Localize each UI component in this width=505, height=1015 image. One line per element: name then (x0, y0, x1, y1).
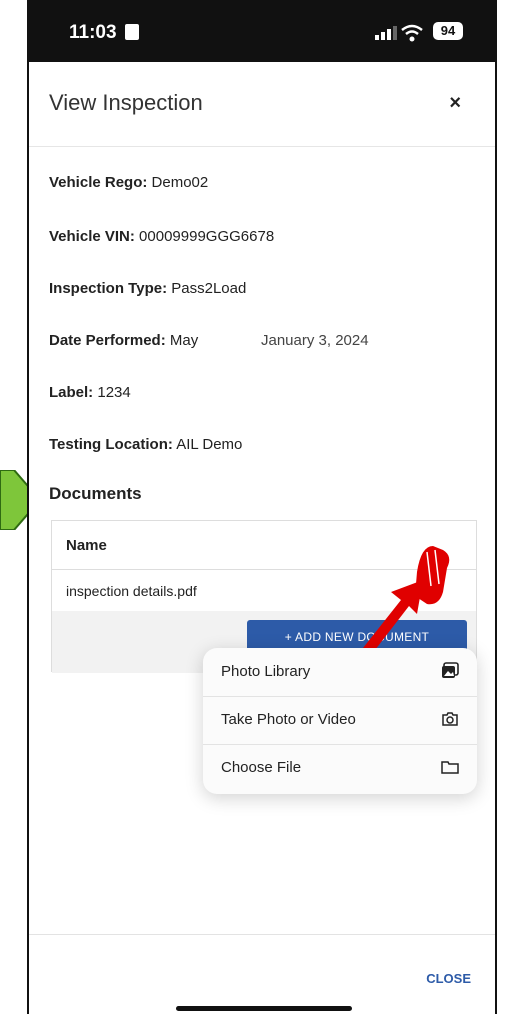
date-performed: Date Performed: May (49, 332, 198, 349)
date-overlay: January 3, 2024 (255, 332, 375, 349)
menu-item-label: Choose File (221, 759, 302, 776)
date-label: Date Performed: (49, 332, 166, 349)
battery-indicator: 94 (433, 22, 463, 40)
rego-value: Demo02 (151, 174, 209, 191)
label-value: 1234 (97, 384, 131, 401)
signal-icon (375, 26, 397, 40)
red-arrow-icon (363, 546, 450, 650)
phone-frame: 11:03 94 View Inspection × Vehicle Rego:… (27, 0, 497, 1014)
inspection-type: Inspection Type: Pass2Load (49, 280, 246, 297)
close-button[interactable]: CLOSE (426, 971, 471, 986)
documents-heading: Documents (49, 484, 142, 503)
home-indicator[interactable] (176, 1006, 352, 1011)
menu-item-photo-library[interactable]: Photo Library (203, 648, 477, 697)
vehicle-vin: Vehicle VIN: 00009999GGG6678 (49, 228, 274, 245)
camera-icon (442, 712, 458, 726)
dialog-header: View Inspection × (29, 62, 495, 147)
dialog-footer: CLOSE (29, 934, 495, 1015)
notification-icon (125, 24, 139, 40)
menu-item-take-photo[interactable]: Take Photo or Video (203, 696, 477, 745)
location-label: Testing Location: (49, 436, 173, 453)
menu-item-choose-file[interactable]: Choose File (203, 744, 477, 792)
rego-label: Vehicle Rego: (49, 174, 148, 191)
type-value: Pass2Load (171, 280, 247, 297)
page-title: View Inspection (49, 90, 203, 115)
menu-item-label: Take Photo or Video (221, 711, 356, 728)
location-value: AIL Demo (176, 436, 243, 453)
vehicle-rego: Vehicle Rego: Demo02 (49, 174, 208, 191)
date-value: May (169, 332, 199, 349)
menu-item-label: Photo Library (221, 663, 311, 680)
status-bar: 11:03 94 (29, 0, 495, 62)
document-name[interactable]: inspection details.pdf (66, 583, 197, 599)
testing-location: Testing Location: AIL Demo (49, 436, 242, 453)
close-icon[interactable]: × (449, 92, 461, 115)
photo-library-icon (442, 662, 459, 678)
vin-value: 00009999GGG6678 (139, 228, 275, 245)
wifi-icon (401, 24, 423, 42)
status-time: 11:03 (69, 22, 117, 43)
vin-label: Vehicle VIN: (49, 228, 135, 245)
folder-icon (441, 761, 459, 774)
label-field: Label: 1234 (49, 384, 131, 401)
type-label: Inspection Type: (49, 280, 168, 297)
attachment-menu: Photo Library Take Photo or Video Choose… (203, 648, 477, 794)
label-label: Label: (49, 384, 94, 401)
column-name: Name (66, 537, 107, 554)
